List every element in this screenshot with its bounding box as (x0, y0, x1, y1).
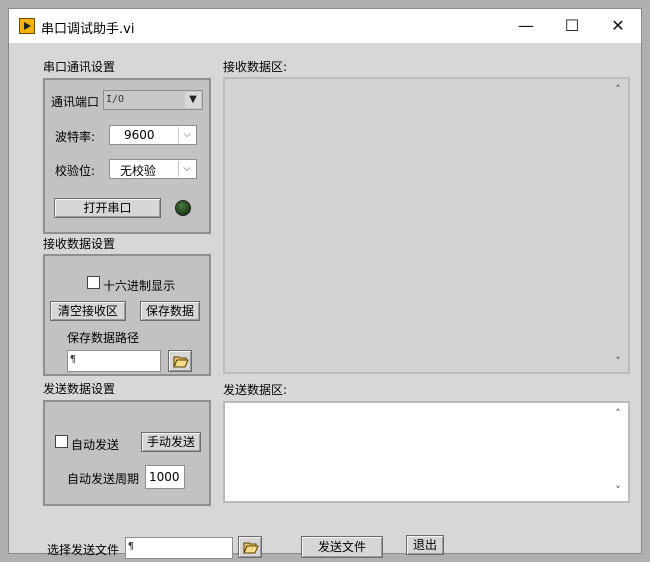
front-panel: 串口通讯设置 通讯端口 I/O ▼ 波特率: 9600 ⌵ 校验位: 无校验 ⌵… (9, 43, 641, 559)
scroll-down-icon[interactable]: ˅ (610, 355, 626, 368)
folder-open-icon (173, 356, 189, 368)
port-select[interactable]: I/O ▼ (103, 90, 203, 110)
window-title: 串口调试助手.vi (41, 22, 135, 37)
port-status-led (175, 200, 191, 216)
title-bar: 串口调试助手.vi — ☐ ✕ (9, 9, 641, 43)
close-button[interactable]: ✕ (595, 9, 641, 43)
port-label: 通讯端口 (51, 95, 100, 109)
save-path-label: 保存数据路径 (67, 331, 140, 345)
browse-send-file-button[interactable] (238, 536, 262, 558)
labview-app-icon (19, 18, 35, 34)
parity-label: 校验位: (55, 164, 96, 178)
app-window: 串口调试助手.vi — ☐ ✕ 串口通讯设置 通讯端口 I/O ▼ 波特率: 9… (8, 8, 642, 559)
scroll-up-icon[interactable]: ˄ (610, 83, 626, 96)
send-settings-heading: 发送数据设置 (43, 382, 116, 396)
browse-save-path-button[interactable] (168, 350, 192, 372)
chevron-down-icon[interactable]: ▼ (184, 92, 201, 108)
baud-select[interactable]: 9600 ⌵ (109, 125, 197, 145)
hex-display-label: 十六进制显示 (103, 279, 176, 293)
scroll-up-icon[interactable]: ˄ (610, 407, 626, 420)
visa-icon: I/O (106, 94, 125, 105)
path-icon: ¶ (128, 541, 135, 552)
chevron-down-icon[interactable]: ⌵ (178, 127, 195, 143)
send-scrollbar[interactable]: ˄ ˅ (610, 405, 626, 499)
path-icon: ¶ (70, 354, 77, 365)
send-period-value: 1000 (149, 470, 180, 484)
send-area-label: 发送数据区: (223, 383, 288, 397)
receive-data-area[interactable]: ˄ ˅ (223, 77, 630, 374)
save-data-button[interactable]: 保存数据 (140, 301, 200, 321)
baud-value: 9600 (124, 128, 155, 142)
auto-send-checkbox[interactable] (55, 435, 68, 448)
receive-settings-heading: 接收数据设置 (43, 237, 116, 251)
minimize-button[interactable]: — (503, 9, 549, 43)
serial-settings-panel: 通讯端口 I/O ▼ 波特率: 9600 ⌵ 校验位: 无校验 ⌵ 打开串口 (43, 78, 211, 234)
receive-scrollbar[interactable]: ˄ ˅ (610, 81, 626, 370)
receive-settings-panel: 十六进制显示 清空接收区 保存数据 保存数据路径 ¶ (43, 254, 211, 376)
send-period-input[interactable]: 1000 (145, 465, 185, 489)
clear-receive-button[interactable]: 清空接收区 (50, 301, 126, 321)
exit-button[interactable]: 退出 (406, 535, 444, 555)
folder-open-icon (243, 542, 259, 554)
send-data-area[interactable]: ˄ ˅ (223, 401, 630, 503)
scroll-down-icon[interactable]: ˅ (610, 484, 626, 497)
baud-label: 波特率: (55, 130, 96, 144)
send-file-input[interactable]: ¶ (125, 537, 233, 559)
open-port-button[interactable]: 打开串口 (54, 198, 161, 218)
save-path-input[interactable]: ¶ (67, 350, 161, 372)
send-file-button[interactable]: 发送文件 (301, 536, 383, 558)
send-settings-panel: 自动发送 手动发送 自动发送周期 1000 (43, 400, 211, 506)
chevron-down-icon[interactable]: ⌵ (178, 161, 195, 177)
send-period-label: 自动发送周期 (67, 472, 140, 486)
serial-settings-heading: 串口通讯设置 (43, 60, 116, 74)
auto-send-label: 自动发送 (71, 438, 120, 452)
parity-value: 无校验 (120, 164, 157, 178)
maximize-button[interactable]: ☐ (549, 9, 595, 43)
manual-send-button[interactable]: 手动发送 (141, 432, 201, 452)
parity-select[interactable]: 无校验 ⌵ (109, 159, 197, 179)
hex-display-checkbox[interactable] (87, 276, 100, 289)
send-file-label: 选择发送文件 (47, 543, 120, 557)
receive-area-label: 接收数据区: (223, 60, 288, 74)
